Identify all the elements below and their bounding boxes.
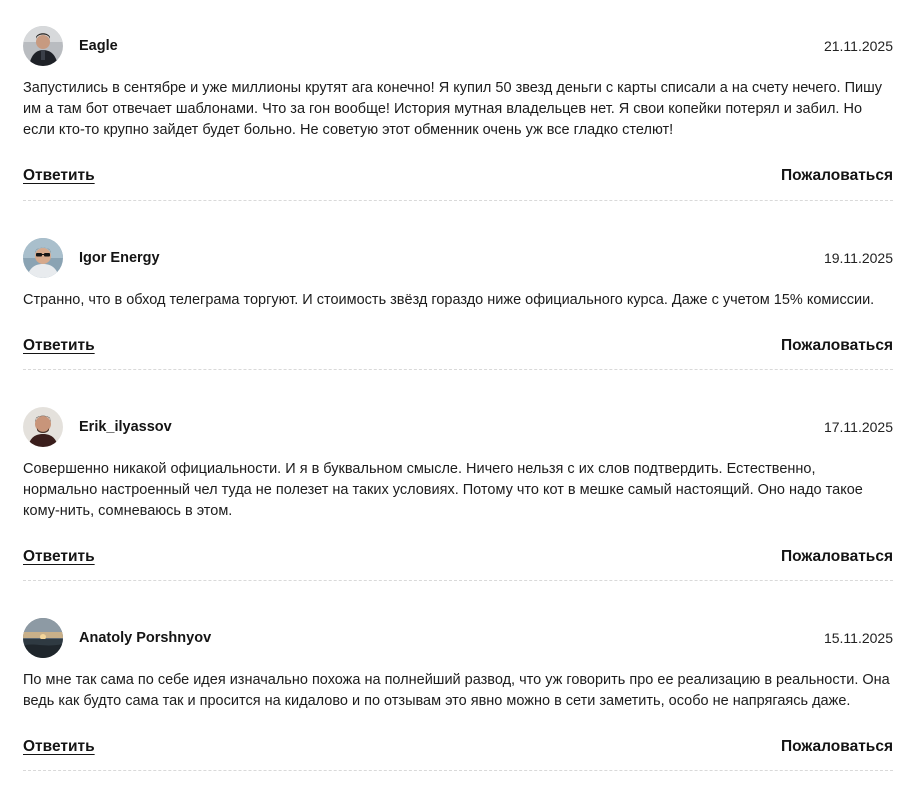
reply-button[interactable]: Ответить [23, 167, 95, 185]
avatar[interactable] [23, 407, 63, 447]
avatar-photo-icon [23, 407, 63, 447]
comment-header: Igor Energy 19.11.2025 [23, 238, 893, 278]
avatar-photo-icon [23, 26, 63, 66]
comment-item: Igor Energy 19.11.2025 Странно, что в об… [23, 201, 893, 370]
author-name[interactable]: Erik_ilyassov [79, 419, 172, 435]
comment-actions: Ответить Пожаловаться [23, 167, 893, 185]
comment-date: 17.11.2025 [823, 419, 893, 435]
avatar[interactable] [23, 238, 63, 278]
report-button[interactable]: Пожаловаться [781, 738, 893, 756]
comments-list: Eagle 21.11.2025 Запустились в сентябре … [0, 0, 913, 771]
comment-author: Igor Energy [23, 238, 160, 278]
comment-text: Странно, что в обход телеграма торгуют. … [23, 292, 875, 308]
report-button[interactable]: Пожаловаться [781, 167, 893, 185]
comment-header: Eagle 21.11.2025 [23, 26, 893, 66]
comment-author: Eagle [23, 26, 118, 66]
avatar-photo-icon [23, 618, 63, 658]
comment-date: 15.11.2025 [823, 630, 893, 646]
comment-item: Eagle 21.11.2025 Запустились в сентябре … [23, 0, 893, 201]
comment-date: 21.11.2025 [823, 38, 893, 54]
avatar-photo-icon [23, 238, 63, 278]
comment-text: Запустились в сентябре и уже миллионы кр… [23, 80, 882, 138]
comment-actions: Ответить Пожаловаться [23, 548, 893, 566]
comment-item: Erik_ilyassov 17.11.2025 Совершенно ника… [23, 370, 893, 581]
comment-author: Anatoly Porshnyov [23, 618, 211, 658]
author-name[interactable]: Anatoly Porshnyov [79, 630, 211, 646]
author-name[interactable]: Eagle [79, 38, 118, 54]
comment-actions: Ответить Пожаловаться [23, 738, 893, 756]
comment-item: Anatoly Porshnyov 15.11.2025 По мне так … [23, 581, 893, 771]
comment-text: Совершенно никакой официальности. И я в … [23, 461, 863, 519]
comment-author: Erik_ilyassov [23, 407, 172, 447]
comment-header: Anatoly Porshnyov 15.11.2025 [23, 618, 893, 658]
report-button[interactable]: Пожаловаться [781, 337, 893, 355]
reply-button[interactable]: Ответить [23, 337, 95, 355]
avatar[interactable] [23, 26, 63, 66]
comment-actions: Ответить Пожаловаться [23, 337, 893, 355]
comment-text: По мне так сама по себе идея изначально … [23, 672, 890, 709]
avatar[interactable] [23, 618, 63, 658]
reply-button[interactable]: Ответить [23, 548, 95, 566]
comment-header: Erik_ilyassov 17.11.2025 [23, 407, 893, 447]
reply-button[interactable]: Ответить [23, 738, 95, 756]
comment-date: 19.11.2025 [823, 250, 893, 266]
report-button[interactable]: Пожаловаться [781, 548, 893, 566]
author-name[interactable]: Igor Energy [79, 250, 160, 266]
